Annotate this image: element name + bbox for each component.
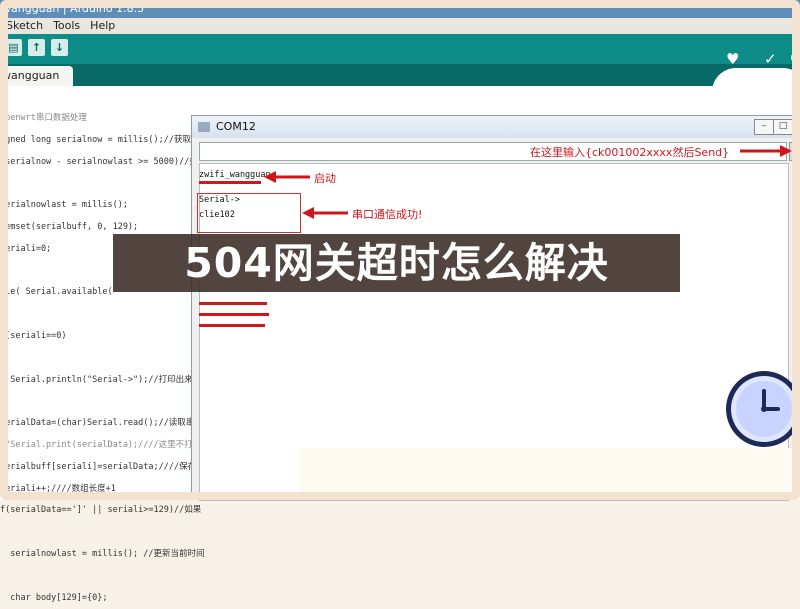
minimize-button[interactable]: – — [754, 119, 774, 135]
toolbar: ▤ ↑ ↓ — [0, 34, 800, 64]
code-line: (serialnow - serialnowlast >= 5000)//如果 — [0, 156, 207, 167]
window-title-bar: wangguan | Arduino 1.8.5 — [0, 0, 800, 18]
code-line: char body[129]={0}; — [0, 592, 108, 603]
input-hint-annotation: 在这里输入{ck001002xxxx然后Send} — [530, 146, 730, 159]
close-button[interactable]: × — [792, 119, 800, 135]
redacted-line — [199, 313, 269, 316]
redacted-line — [199, 324, 265, 327]
output-line-1: zwifi_wangguan — [199, 170, 271, 180]
headline-text: 504网关超时怎么解决 — [184, 239, 609, 287]
window-icon: ▭ — [790, 50, 800, 65]
code-line: serialnowlast = millis(); — [0, 200, 128, 211]
arrow-icon-ok — [302, 207, 348, 219]
code-line: Serial.println("Serial->");//打印出来方 — [0, 374, 202, 385]
maximize-button[interactable]: □ — [773, 119, 793, 135]
save-file-icon[interactable]: ↓ — [51, 39, 68, 56]
window-title: wangguan | Arduino 1.8.5 — [2, 2, 145, 15]
check-icon: ✓ — [764, 50, 777, 68]
code-line: f(serialData==']' || seriali>=129)//如果 — [0, 505, 202, 516]
code-line: serialbuff[seriali]=serialData;////保存到 — [0, 461, 205, 472]
arrow-icon-hint — [740, 145, 792, 157]
code-text: openwrt串口数据处理 igned long serialnow = mill… — [0, 108, 208, 609]
code-line: igned long serialnow = millis();//获取现在 — [0, 134, 208, 145]
code-line: seriali++;////数组长度+1 — [0, 483, 116, 494]
open-file-icon[interactable]: ↑ — [28, 39, 45, 56]
code-line: f(seriali==0) — [0, 330, 67, 341]
output-line-2: Serial-> — [199, 195, 240, 205]
code-line: serialnowlast = millis(); //更新当前时间 — [0, 548, 205, 559]
new-file-icon[interactable]: ▤ — [5, 39, 22, 56]
clock-icon — [726, 371, 800, 447]
arrow-icon-start — [264, 171, 310, 183]
serial-monitor-title: COM12 — [216, 120, 256, 133]
app-icon — [198, 122, 210, 132]
redacted-line — [199, 302, 267, 305]
tab-wangguan[interactable]: wangguan — [0, 66, 74, 86]
redacted-line — [199, 181, 261, 184]
menu-sketch[interactable]: Sketch — [6, 18, 43, 34]
output-line-3: clie102 — [199, 210, 235, 220]
torn-paper-decoration — [300, 448, 800, 500]
menu-bar: Sketch Tools Help — [0, 18, 800, 34]
decorative-blob — [712, 68, 800, 116]
menu-tools[interactable]: Tools — [53, 18, 80, 34]
heart-icon: ♥ — [726, 50, 740, 68]
annotation-serial-ok: 串口通信成功! — [352, 208, 423, 221]
menu-help[interactable]: Help — [90, 18, 115, 34]
code-line: openwrt串口数据处理 — [0, 113, 87, 123]
annotation-start: 启动 — [314, 172, 336, 185]
code-line: serialData=(char)Serial.read();//读取串口 — [0, 418, 203, 429]
serial-monitor-title-bar: COM12 — [192, 116, 799, 138]
code-line: //Serial.print(serialData);////这里不打印 — [0, 439, 202, 450]
tab-bar: wangguan — [0, 64, 800, 86]
